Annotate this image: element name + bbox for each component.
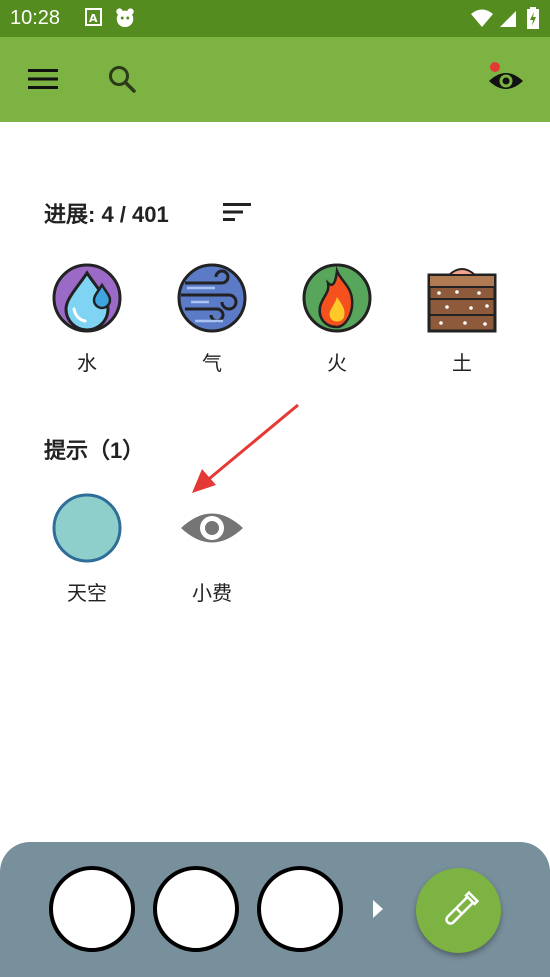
- svg-text:A: A: [89, 12, 98, 25]
- search-button[interactable]: [100, 57, 144, 101]
- element-label: 土: [452, 353, 472, 375]
- element-air[interactable]: 气: [157, 263, 267, 376]
- hint-label: 天空: [67, 583, 107, 605]
- app-bar: [0, 37, 550, 122]
- menu-icon: [28, 69, 58, 89]
- gamepad-icon: [116, 8, 134, 28]
- wifi-icon: [471, 9, 493, 27]
- signal-icon: [500, 11, 516, 27]
- test-tube-icon: [444, 890, 479, 925]
- air-icon: [177, 263, 247, 333]
- earth-icon: [427, 263, 497, 333]
- hints-title: 提示（1）: [44, 438, 145, 463]
- hint-label: 小费: [192, 583, 232, 605]
- eye-icon: [489, 62, 523, 89]
- combine-slot-3[interactable]: [257, 866, 343, 952]
- eye-icon: [177, 493, 247, 563]
- element-fire[interactable]: 火: [282, 263, 392, 376]
- sort-button[interactable]: [220, 198, 254, 226]
- element-earth[interactable]: 土: [407, 263, 517, 376]
- mix-button[interactable]: [416, 868, 501, 953]
- progress-header: 进展: 4 / 401: [44, 198, 169, 228]
- battery-icon: [527, 7, 539, 29]
- element-water[interactable]: 水: [32, 263, 142, 376]
- combine-slot-2[interactable]: [153, 866, 239, 952]
- pointer-arrow: [192, 403, 299, 493]
- search-icon: [109, 66, 136, 93]
- progress-label: 进展: 4 / 401: [44, 202, 169, 227]
- sort-icon: [223, 203, 251, 221]
- visibility-button[interactable]: [484, 57, 528, 101]
- water-drop-icon: [52, 263, 122, 333]
- hint-tip[interactable]: 小费: [157, 493, 267, 606]
- status-bar: 10:28 A: [0, 0, 550, 37]
- combine-slot-1[interactable]: [49, 866, 135, 952]
- sky-circle-icon: [52, 493, 122, 563]
- play-arrow-icon: [373, 900, 383, 918]
- text-a-icon: A: [85, 8, 102, 26]
- element-label: 水: [77, 353, 97, 375]
- hint-sky[interactable]: 天空: [32, 493, 142, 606]
- status-time: 10:28: [10, 7, 61, 29]
- notification-dot: [490, 62, 500, 72]
- element-label: 气: [202, 353, 222, 375]
- menu-button[interactable]: [21, 57, 65, 101]
- fire-icon: [302, 263, 372, 333]
- element-label: 火: [327, 353, 347, 375]
